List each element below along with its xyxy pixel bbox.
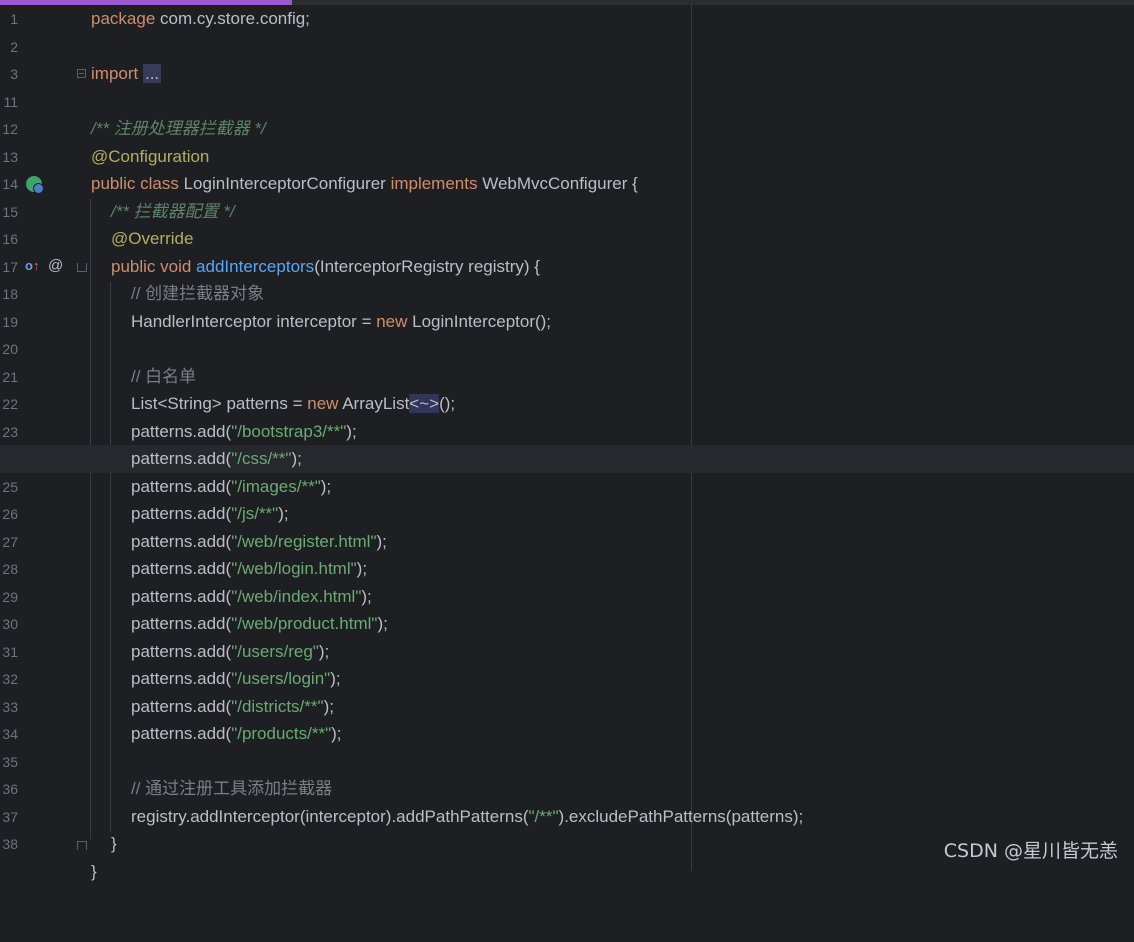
code-line-29[interactable]: patterns.add("/web/index.html"); [0,583,1134,611]
code-editor[interactable]: package com.cy.store.config; import ... … [0,5,1134,881]
code-text: ).excludePathPatterns(patterns); [558,807,804,826]
code-text: ); [377,614,388,633]
code-line-21[interactable]: // 白名单 [0,363,1134,391]
code-text: ); [346,422,357,441]
method-name: addInterceptors [191,257,315,276]
code-line-33[interactable]: patterns.add("/districts/**"); [0,693,1134,721]
code-text: patterns.add( [131,559,232,578]
string-literal: "/web/register.html" [231,532,377,551]
code-line-26[interactable]: patterns.add("/js/**"); [0,500,1134,528]
code-line-14[interactable]: public class LoginInterceptorConfigurer … [0,170,1134,198]
code-text: patterns.add( [131,697,232,716]
string-literal: "/districts/**" [231,697,324,716]
code-text: (InterceptorRegistry registry) { [314,257,540,276]
code-text: ArrayList [338,394,410,413]
code-line-18[interactable]: // 创建拦截器对象 [0,280,1134,308]
code-line-11[interactable] [0,88,1134,116]
code-text: com.cy.store.config; [155,9,310,28]
string-literal: "/bootstrap3/**" [231,422,347,441]
code-line-3[interactable]: import ... [0,60,1134,88]
code-text: ); [330,669,341,688]
code-line-24[interactable]: patterns.add("/css/**"); [0,445,1134,473]
string-literal: "/web/login.html" [231,559,357,578]
doc-comment: /** 拦截器配置 */ [111,202,235,221]
line-comment: // 白名单 [131,367,197,386]
code-text: patterns.add( [131,477,232,496]
code-line-16[interactable]: @Override [0,225,1134,253]
string-literal: "/css/**" [231,449,292,468]
class-name: LoginInterceptorConfigurer [178,174,391,193]
keyword: package [91,9,156,28]
string-literal: "/products/**" [231,724,332,743]
string-literal: "/**" [528,807,559,826]
closing-brace: } [91,862,97,881]
code-text: patterns.add( [131,669,232,688]
annotation: @Override [111,229,194,248]
code-line-19[interactable]: HandlerInterceptor interceptor = new Log… [0,308,1134,336]
keyword: implements [390,174,478,193]
code-text: patterns.add( [131,422,232,441]
code-line-20[interactable] [0,335,1134,363]
string-literal: "/users/reg" [231,642,319,661]
code-text: (); [439,394,456,413]
code-text: ); [318,642,330,661]
code-text: patterns.add( [131,614,232,633]
code-line-1[interactable]: package com.cy.store.config; [0,5,1134,33]
code-line-30[interactable]: patterns.add("/web/product.html"); [0,610,1134,638]
code-text: patterns.add( [131,449,232,468]
code-text: ); [376,532,387,551]
code-text: patterns.add( [131,504,232,523]
code-text: ); [323,697,334,716]
csdn-watermark: CSDN @星川皆无恙 [943,840,1118,862]
doc-comment: /** 注册处理器拦截器 */ [91,119,266,138]
code-text: patterns.add( [131,724,232,743]
code-text: LoginInterceptor(); [407,312,552,331]
keyword: public void [111,257,192,276]
code-line-17[interactable]: public void addInterceptors(InterceptorR… [0,253,1134,281]
string-literal: "/images/**" [231,477,321,496]
code-line-36[interactable]: // 通过注册工具添加拦截器 [0,775,1134,803]
keyword: public class [91,174,179,193]
string-literal: "/js/**" [231,504,279,523]
code-line-13[interactable]: @Configuration [0,143,1134,171]
code-line-23[interactable]: patterns.add("/bootstrap3/**"); [0,418,1134,446]
code-text: registry.addInterceptor(interceptor).add… [131,807,529,826]
keyword: import [91,64,139,83]
code-line-28[interactable]: patterns.add("/web/login.html"); [0,555,1134,583]
code-text: List<String> patterns = [131,394,308,413]
code-text: ); [331,724,342,743]
code-line-25[interactable]: patterns.add("/images/**"); [0,473,1134,501]
annotation: @Configuration [91,147,210,166]
code-text: patterns.add( [131,587,232,606]
code-line-15[interactable]: /** 拦截器配置 */ [0,198,1134,226]
code-text: ); [291,449,302,468]
code-line-37[interactable]: registry.addInterceptor(interceptor).add… [0,803,1134,831]
code-line-32[interactable]: patterns.add("/users/login"); [0,665,1134,693]
code-text: ); [278,504,289,523]
string-literal: "/web/product.html" [231,614,378,633]
string-literal: "/web/index.html" [231,587,362,606]
keyword: new [376,312,408,331]
code-line-35[interactable] [0,748,1134,776]
keyword: new [307,394,339,413]
code-text: patterns.add( [131,532,232,551]
code-text: HandlerInterceptor interceptor = [131,312,377,331]
folded-imports[interactable]: ... [142,64,162,83]
line-comment: // 创建拦截器对象 [131,284,265,303]
code-text: ); [361,587,372,606]
code-text: patterns.add( [131,642,232,661]
line-comment: // 通过注册工具添加拦截器 [131,779,333,798]
code-line-31[interactable]: patterns.add("/users/reg"); [0,638,1134,666]
diamond-operator[interactable]: <~> [409,394,440,413]
string-literal: "/users/login" [231,669,331,688]
code-line-12[interactable]: /** 注册处理器拦截器 */ [0,115,1134,143]
code-line-2[interactable] [0,33,1134,61]
code-text: ); [356,559,368,578]
closing-brace: } [111,834,117,853]
code-text: WebMvcConfigurer { [477,174,638,193]
code-text: ); [320,477,332,496]
code-line-22[interactable]: List<String> patterns = new ArrayList<~>… [0,390,1134,418]
code-line-34[interactable]: patterns.add("/products/**"); [0,720,1134,748]
code-line-27[interactable]: patterns.add("/web/register.html"); [0,528,1134,556]
